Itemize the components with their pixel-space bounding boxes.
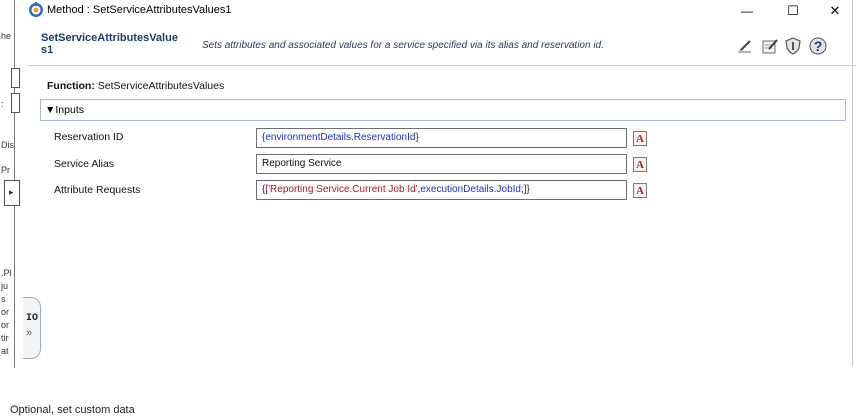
method-header: SetServiceAttributesValue s1 Sets attrib… [27, 22, 856, 66]
shield-icon[interactable] [783, 36, 803, 56]
field-value-token: ;]} [520, 184, 530, 195]
reservation-id-label: Reservation ID [54, 131, 124, 143]
help-icon[interactable]: ? [808, 36, 828, 56]
maximize-button[interactable]: ☐ [770, 0, 816, 22]
field-value-token: ['Reporting Service.Current Job Id' [265, 184, 418, 195]
title-bar[interactable]: Method : SetServiceAttributesValues1 — ☐… [27, 0, 856, 22]
expression-icon: A [636, 133, 644, 145]
io-panel-tab[interactable]: IO » [23, 297, 41, 359]
expression-icon: A [636, 159, 644, 171]
edit-document-icon[interactable] [760, 36, 780, 56]
app-icon [28, 2, 44, 18]
background-text: ju [1, 281, 9, 291]
field-value-token: Reporting Service [262, 158, 342, 169]
chevron-right-icon: » [26, 327, 33, 339]
attribute-requests-expression-button[interactable]: A [633, 183, 647, 198]
background-text: s [1, 294, 6, 304]
window-border [852, 0, 853, 366]
attribute-requests-label: Attribute Requests [54, 184, 141, 196]
method-window: Method : SetServiceAttributesValues1 — ☐… [27, 0, 856, 366]
method-name: SetServiceAttributesValue s1 [41, 32, 178, 56]
service-alias-field[interactable]: Reporting Service [256, 154, 627, 174]
io-label: IO [26, 313, 39, 324]
reservation-id-expression-button[interactable]: A [633, 131, 647, 146]
background-text: he [1, 31, 12, 41]
expression-icon: A [636, 185, 644, 197]
field-value-token: .JobId [493, 184, 521, 195]
inputs-toggle[interactable]: ▼Inputs [45, 104, 84, 116]
background-text: or [1, 307, 10, 317]
background-text: Dis [1, 140, 14, 150]
background-expand-icon: ▸ [9, 187, 14, 197]
maximize-icon: ☐ [787, 3, 799, 18]
background-input [11, 93, 20, 113]
close-icon: ✕ [829, 3, 841, 18]
function-label: Function: SetServiceAttributesValues [47, 80, 224, 92]
close-button[interactable]: ✕ [812, 0, 856, 22]
background-text: .Pl [1, 268, 12, 278]
window-title: Method : SetServiceAttributesValues1 [47, 4, 232, 16]
svg-text:?: ? [814, 38, 823, 54]
field-value-token: .ReservationId [350, 132, 416, 143]
footer-text: Optional, set custom data [10, 404, 135, 416]
background-text: : [1, 99, 4, 109]
background-text: Pr [1, 165, 10, 175]
method-description: Sets attributes and associated values fo… [202, 40, 604, 51]
field-value-token: environmentDetails [265, 132, 351, 143]
function-prefix: Function: [47, 80, 95, 92]
pencil-icon[interactable] [735, 36, 755, 56]
background-text: tir [1, 333, 9, 343]
attribute-requests-field[interactable]: {['Reporting Service.Current Job Id',exe… [256, 180, 627, 200]
field-value-token: executionDetails [420, 184, 494, 195]
background-text: or [1, 320, 10, 330]
reservation-id-field[interactable]: {environmentDetails.ReservationId} [256, 128, 627, 148]
inputs-section-header[interactable]: ▼Inputs [40, 99, 846, 121]
minimize-icon: — [741, 4, 753, 18]
service-alias-label: Service Alias [54, 158, 115, 170]
service-alias-expression-button[interactable]: A [633, 157, 647, 172]
function-name: SetServiceAttributesValues [97, 80, 225, 92]
field-value-token: } [415, 132, 419, 143]
background-input [11, 68, 20, 88]
minimize-button[interactable]: — [724, 0, 770, 22]
background-text: at [1, 346, 9, 356]
